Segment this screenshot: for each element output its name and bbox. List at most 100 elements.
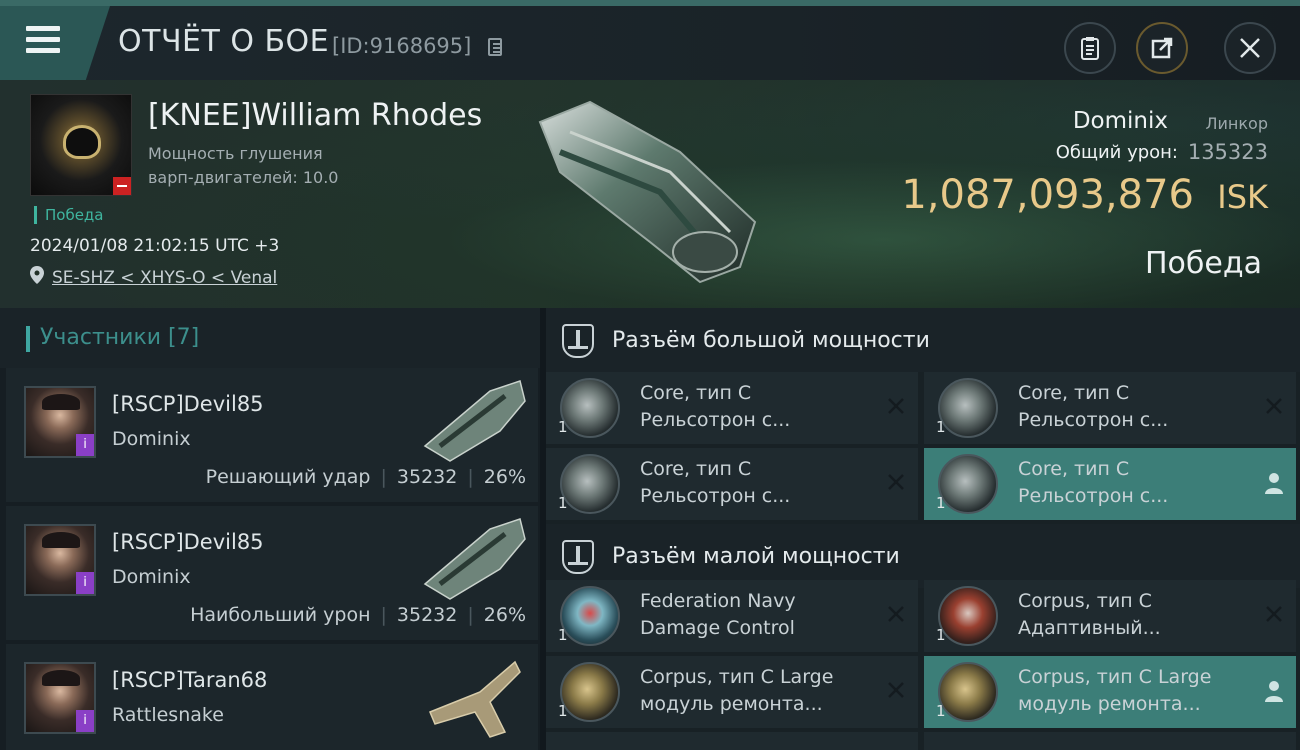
module-slot-partial[interactable]: [546, 732, 918, 750]
copy-icon[interactable]: [488, 38, 502, 56]
high-slot-icon: [562, 324, 594, 358]
armor-repairer-module-icon: [938, 662, 998, 722]
high-slot-header: Разъём большой мощности: [546, 308, 1300, 372]
module-slot[interactable]: 1 Corpus, тип C Large модуль ремонта...: [546, 656, 918, 728]
victim-stat-label: Мощность глушения: [148, 144, 323, 163]
module-subtitle: Рельсотрон с...: [640, 409, 791, 431]
participant-damage: 35232: [396, 466, 458, 488]
module-qty: 1: [936, 494, 946, 512]
user-icon: [1265, 473, 1283, 494]
module-slot-dropped[interactable]: 1 Corpus, тип C Large модуль ремонта...: [924, 656, 1296, 728]
participant-role: Решающий удар: [205, 466, 371, 488]
participant-card[interactable]: i [RSCP]Devil85 Dominix Наибольший урон |…: [6, 506, 538, 640]
module-subtitle: Рельсотрон с...: [640, 485, 791, 507]
menu-button[interactable]: [0, 6, 110, 80]
participant-name: [RSCP]Taran68: [112, 668, 268, 692]
module-qty: 1: [558, 626, 568, 644]
participant-stats: Решающий удар | 35232 | 26%: [205, 466, 526, 488]
module-name: Corpus, тип C: [1018, 590, 1152, 612]
fittings-panel: Разъём большой мощности 1 Core, тип C Ре…: [546, 308, 1300, 750]
total-damage-label: Общий урон:: [1055, 142, 1178, 163]
participants-header[interactable]: Участники [7]: [0, 308, 540, 368]
info-badge-icon: i: [76, 434, 94, 456]
destroyed-x-icon: [888, 606, 904, 622]
module-qty: 1: [936, 418, 946, 436]
module-subtitle: Адаптивный...: [1018, 617, 1161, 639]
close-icon: [1240, 38, 1260, 58]
clipboard-button[interactable]: [1064, 22, 1116, 74]
battle-result: Победа: [1145, 246, 1262, 281]
module-qty: 1: [936, 626, 946, 644]
module-qty: 1: [558, 418, 568, 436]
module-name: Federation Navy: [640, 590, 796, 612]
dominix-ship-image: [538, 100, 757, 284]
participant-role: Наибольший урон: [190, 604, 371, 626]
participant-name: [RSCP]Devil85: [112, 530, 264, 554]
avatar: i: [24, 662, 96, 734]
damage-control-module-icon: [560, 586, 620, 646]
dominix-ship-icon: [423, 380, 526, 462]
victim-name[interactable]: [KNEE]William Rhodes: [148, 98, 482, 133]
module-name: Core, тип C: [640, 458, 752, 480]
isk-unit: ISK: [1217, 178, 1268, 216]
high-slot-title: Разъём большой мощности: [612, 328, 930, 353]
victim-banner: [KNEE]William Rhodes Мощность глушения в…: [0, 80, 1300, 308]
module-name: Core, тип C: [1018, 458, 1130, 480]
railgun-module-icon: [560, 378, 620, 438]
module-slot[interactable]: 1 Core, тип C Рельсотрон с...: [546, 372, 918, 444]
loss-badge-icon: [113, 177, 131, 195]
destroyed-x-icon: [1266, 606, 1282, 622]
location-pin-icon: [30, 266, 44, 284]
module-name: Corpus, тип C Large: [640, 666, 834, 688]
share-button[interactable]: [1136, 22, 1188, 74]
module-slot-dropped[interactable]: 1 Core, тип C Рельсотрон с...: [924, 448, 1296, 520]
menu-icon: [26, 26, 60, 59]
module-name: Core, тип C: [1018, 382, 1130, 404]
module-subtitle: Рельсотрон с...: [1018, 409, 1169, 431]
battle-datetime: 2024/01/08 21:02:15 UTC +3: [30, 236, 280, 256]
module-qty: 1: [558, 702, 568, 720]
destroyed-x-icon: [888, 682, 904, 698]
participant-percent: 26%: [483, 466, 526, 488]
isk-value: 1,087,093,876: [901, 172, 1194, 218]
close-button[interactable]: [1224, 22, 1276, 74]
victim-ship-name[interactable]: Dominix: [1073, 108, 1168, 134]
avatar: i: [24, 386, 96, 458]
railgun-module-icon: [938, 454, 998, 514]
victim-portrait[interactable]: [30, 94, 132, 196]
module-slot[interactable]: 1 Core, тип C Рельсотрон с...: [546, 448, 918, 520]
participant-ship: Dominix: [112, 566, 191, 588]
destroyed-x-icon: [888, 474, 904, 490]
low-slot-header: Разъём малой мощности: [546, 524, 1300, 588]
page-title: ОТЧЁТ О БОЕ: [118, 24, 330, 59]
module-qty: 1: [936, 702, 946, 720]
module-slot-partial[interactable]: [924, 732, 1296, 750]
module-name: Core, тип C: [640, 382, 752, 404]
victim-stat-value: варп-двигателей: 10.0: [148, 168, 339, 187]
dominix-ship-icon: [423, 518, 526, 600]
railgun-module-icon: [560, 454, 620, 514]
destroyed-x-icon: [1266, 398, 1282, 414]
top-bar: ОТЧЁТ О БОЕ [ID:9168695]: [0, 0, 1300, 80]
victim-ship-class: Линкор: [1205, 114, 1269, 133]
participants-panel: Участники [7] i [RSCP]Devil85 Dominix Ре…: [0, 308, 540, 750]
armor-repairer-module-icon: [560, 662, 620, 722]
adaptive-hardener-module-icon: [938, 586, 998, 646]
battle-location-link[interactable]: SE-SHZ < XHYS-O < Venal: [52, 268, 277, 288]
module-slot[interactable]: 1 Corpus, тип C Адаптивный...: [924, 580, 1296, 652]
clipboard-icon: [1081, 37, 1099, 60]
participant-name: [RSCP]Devil85: [112, 392, 264, 416]
participant-card[interactable]: i [RSCP]Taran68 Rattlesnake: [6, 644, 538, 750]
user-icon: [1265, 681, 1283, 702]
module-slot[interactable]: 1 Core, тип C Рельсотрон с...: [924, 372, 1296, 444]
railgun-module-icon: [938, 378, 998, 438]
info-badge-icon: i: [76, 710, 94, 732]
participants-title: Участники [7]: [40, 325, 200, 350]
destroyed-x-icon: [888, 398, 904, 414]
participant-ship: Rattlesnake: [112, 704, 224, 726]
participant-card[interactable]: i [RSCP]Devil85 Dominix Решающий удар | 35…: [6, 368, 538, 502]
participant-percent: 26%: [483, 604, 526, 626]
module-subtitle: модуль ремонта...: [640, 693, 823, 715]
victory-tag: Победа: [34, 206, 104, 224]
module-slot[interactable]: 1 Federation Navy Damage Control: [546, 580, 918, 652]
